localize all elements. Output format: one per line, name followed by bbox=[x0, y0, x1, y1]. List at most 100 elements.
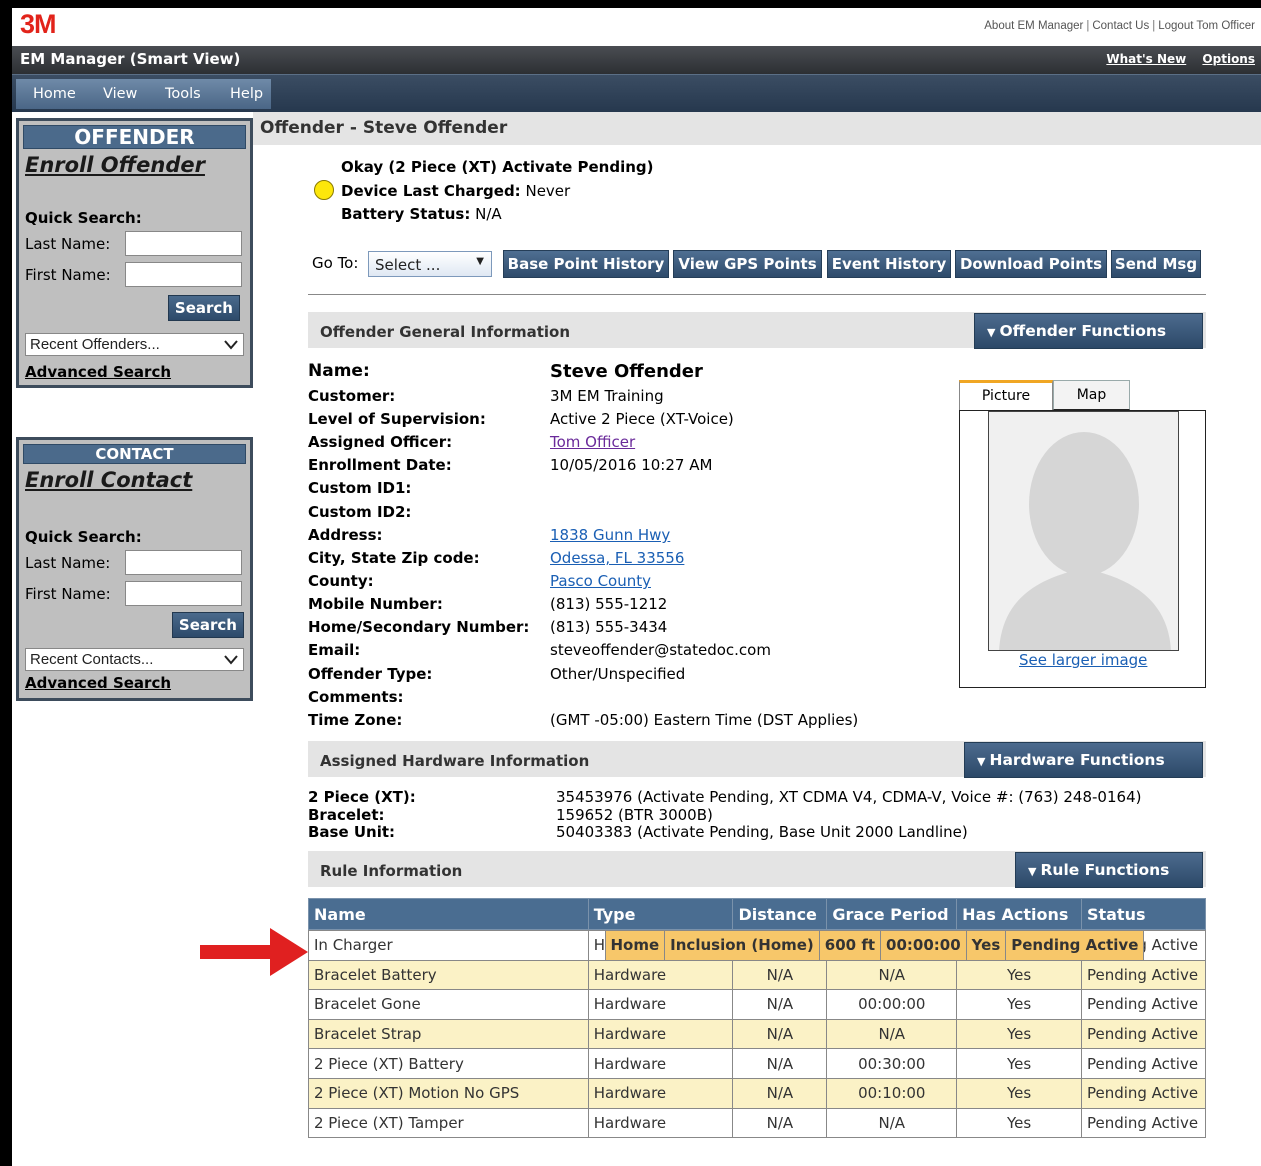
about-link[interactable]: About EM Manager bbox=[984, 20, 1083, 32]
col-type[interactable]: Type bbox=[587, 898, 734, 930]
charge-status-indicator-icon bbox=[314, 180, 334, 200]
table-row[interactable]: Bracelet Gone Hardware N/A 00:00:00 Yes Pendi… bbox=[308, 989, 1207, 1020]
field-label: Home/Secondary Number: bbox=[308, 618, 530, 636]
recent-contacts-select[interactable]: Recent Contacts... bbox=[25, 648, 244, 671]
logout-link[interactable]: Logout Tom Officer bbox=[1158, 20, 1255, 32]
hardware-title: Assigned Hardware Information bbox=[320, 752, 590, 770]
battery-status-label: Battery Status: bbox=[341, 205, 471, 223]
contact-first-name-input[interactable] bbox=[125, 581, 242, 606]
hardware-value-2piece: 35453976 (Activate Pending, XT CDMA V4, … bbox=[556, 788, 1142, 806]
menu-bar: Home View Tools Help bbox=[12, 74, 1261, 112]
field-label: Custom ID2: bbox=[308, 503, 412, 521]
goto-label: Go To: bbox=[312, 254, 359, 272]
table-cell: Inclusion (Home) bbox=[664, 930, 820, 961]
offender-search-button[interactable]: Search bbox=[167, 295, 240, 321]
table-cell: Yes bbox=[965, 930, 1007, 961]
tab-picture[interactable]: Picture bbox=[959, 380, 1053, 410]
table-cell: N/A bbox=[826, 959, 958, 991]
app-title-bar: EM Manager (Smart View) What's New Optio… bbox=[12, 46, 1261, 74]
tab-map[interactable]: Map bbox=[1053, 380, 1130, 410]
table-cell: Yes bbox=[956, 959, 1082, 991]
hardware-functions-button[interactable]: ▼ Hardware Functions bbox=[964, 742, 1203, 778]
table-row[interactable]: Home Inclusion (Home) 600 ft 00:00:00 Yes Pen… bbox=[604, 930, 1145, 961]
table-cell: N/A bbox=[732, 1077, 828, 1109]
goto-select[interactable]: Select ... ▼ bbox=[368, 251, 492, 277]
table-cell: Pending Active bbox=[1080, 1077, 1207, 1109]
table-cell: N/A bbox=[732, 1107, 828, 1139]
offender-first-name-input[interactable] bbox=[125, 262, 242, 287]
see-larger-image-link[interactable]: See larger image bbox=[1019, 651, 1147, 669]
recent-offenders-value: Recent Offenders... bbox=[30, 336, 160, 353]
table-cell: Bracelet Gone bbox=[308, 989, 589, 1020]
field-label: Level of Supervision: bbox=[308, 410, 486, 428]
table-row[interactable]: 2 Piece (XT) Tamper Hardware N/A N/A Yes Pend… bbox=[308, 1107, 1207, 1139]
battery-status: Battery Status: N/A bbox=[341, 205, 502, 223]
hardware-label-base-unit: Base Unit: bbox=[308, 823, 396, 841]
download-points-button[interactable]: Download Points bbox=[955, 250, 1107, 278]
hardware-label-bracelet: Bracelet: bbox=[308, 806, 385, 824]
enroll-offender-link[interactable]: Enroll Offender bbox=[25, 153, 250, 177]
field-value: Other/Unspecified bbox=[550, 665, 686, 683]
base-point-history-button[interactable]: Base Point History bbox=[503, 250, 669, 278]
menu-tools[interactable]: Tools bbox=[165, 86, 201, 102]
field-value-link[interactable]: 1838 Gunn Hwy bbox=[550, 526, 670, 544]
title-links: What's New Options bbox=[1094, 52, 1255, 66]
col-has-actions[interactable]: Has Actions bbox=[956, 898, 1082, 930]
field-label: Customer: bbox=[308, 387, 396, 405]
top-links: About EM Manager | Contact Us | Logout Tom O… bbox=[984, 20, 1255, 32]
contact-advanced-search-link[interactable]: Advanced Search bbox=[25, 674, 171, 692]
send-msg-button[interactable]: Send Msg bbox=[1111, 250, 1201, 278]
field-value: Active 2 Piece (XT-Voice) bbox=[550, 410, 734, 428]
rule-title: Rule Information bbox=[320, 862, 463, 880]
table-row[interactable]: Bracelet Strap Hardware N/A N/A Yes Pending A… bbox=[308, 1018, 1207, 1050]
caret-down-icon: ▼ bbox=[1028, 865, 1037, 878]
menu-home[interactable]: Home bbox=[33, 86, 76, 102]
table-cell: 2 Piece (XT) Battery bbox=[308, 1048, 589, 1079]
hardware-section-header: Assigned Hardware Information ▼ Hardware … bbox=[308, 741, 1206, 778]
table-row[interactable]: 2 Piece (XT) Battery Hardware N/A 00:30:00 Y… bbox=[308, 1048, 1207, 1079]
field-label: Time Zone: bbox=[308, 711, 403, 729]
chevron-down-icon bbox=[224, 334, 238, 356]
offender-last-name-input[interactable] bbox=[125, 231, 242, 256]
field-value-link[interactable]: Odessa, FL 33556 bbox=[550, 549, 684, 567]
table-cell: Bracelet Battery bbox=[308, 959, 589, 991]
offender-advanced-search-link[interactable]: Advanced Search bbox=[25, 363, 171, 381]
device-status: Okay (2 Piece (XT) Activate Pending) bbox=[341, 158, 654, 176]
recent-offenders-select[interactable]: Recent Offenders... bbox=[25, 333, 244, 356]
field-value-link[interactable]: Tom Officer bbox=[550, 433, 635, 451]
rule-functions-button[interactable]: ▼ Rule Functions bbox=[1015, 852, 1203, 888]
col-grace-period[interactable]: Grace Period bbox=[826, 898, 958, 930]
offender-functions-button[interactable]: ▼ Offender Functions bbox=[974, 313, 1203, 349]
table-cell: Yes bbox=[956, 1018, 1082, 1050]
table-row[interactable]: 2 Piece (XT) Motion No GPS Hardware N/A 00:… bbox=[308, 1077, 1207, 1109]
menu-view[interactable]: View bbox=[103, 86, 137, 102]
offender-first-name-label: First Name: bbox=[25, 266, 111, 284]
contact-last-name-input[interactable] bbox=[125, 550, 242, 575]
col-distance[interactable]: Distance bbox=[732, 898, 828, 930]
offender-photo-placeholder[interactable] bbox=[988, 411, 1179, 651]
enroll-contact-link[interactable]: Enroll Contact bbox=[25, 468, 250, 492]
view-gps-points-button[interactable]: View GPS Points bbox=[673, 250, 822, 278]
table-cell: Pending Active bbox=[1005, 930, 1145, 961]
col-name[interactable]: Name bbox=[308, 898, 589, 930]
menu-group: Home View Tools Help bbox=[16, 79, 271, 109]
table-cell: 600 ft bbox=[818, 930, 882, 961]
device-last-charged: Device Last Charged: Never bbox=[341, 182, 570, 200]
contact-us-link[interactable]: Contact Us bbox=[1092, 20, 1149, 32]
contact-search-button[interactable]: Search bbox=[171, 612, 244, 638]
table-cell: 00:00:00 bbox=[880, 930, 967, 961]
table-row[interactable]: Bracelet Battery Hardware N/A N/A Yes Pending… bbox=[308, 959, 1207, 991]
table-cell: N/A bbox=[732, 1018, 828, 1050]
col-status[interactable]: Status bbox=[1080, 898, 1207, 930]
table-cell: Pending Active bbox=[1080, 1048, 1207, 1079]
table-cell: Yes bbox=[956, 989, 1082, 1020]
offender-quick-search-label: Quick Search: bbox=[25, 209, 142, 227]
offender-last-name-label: Last Name: bbox=[25, 235, 111, 253]
field-value-link[interactable]: Pasco County bbox=[550, 572, 651, 590]
event-history-button[interactable]: Event History bbox=[827, 250, 951, 278]
options-link[interactable]: Options bbox=[1202, 52, 1255, 66]
general-info-section-header: Offender General Information ▼ Offender F… bbox=[308, 312, 1206, 349]
table-cell: Yes bbox=[956, 1107, 1082, 1139]
whats-new-link[interactable]: What's New bbox=[1106, 52, 1186, 66]
menu-help[interactable]: Help bbox=[230, 86, 263, 102]
